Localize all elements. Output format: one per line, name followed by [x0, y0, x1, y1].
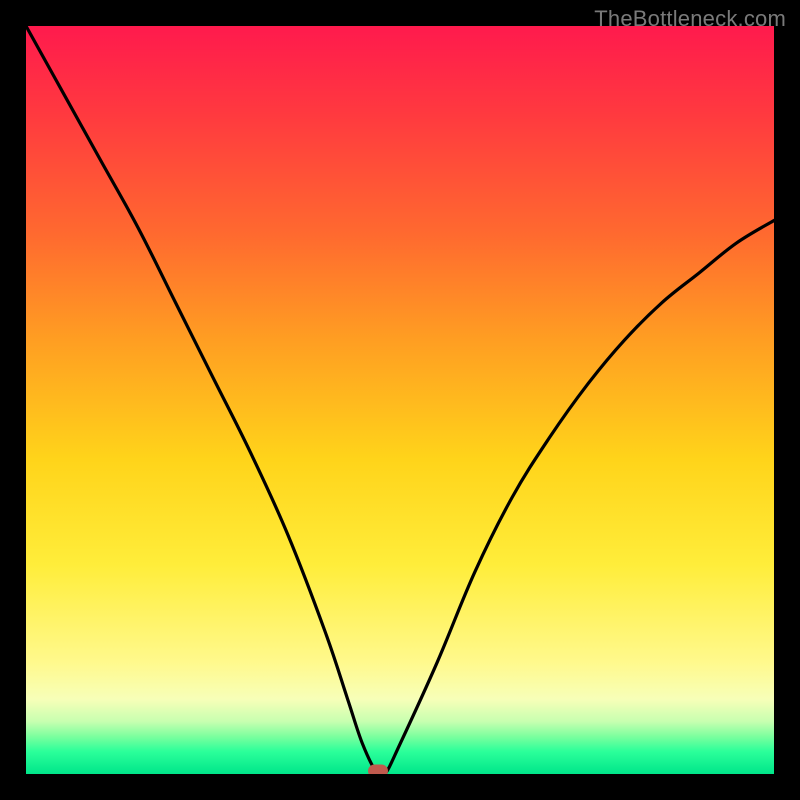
curve-svg: [26, 26, 774, 774]
chart-frame: TheBottleneck.com: [0, 0, 800, 800]
plot-area: [26, 26, 774, 774]
bottleneck-curve: [26, 26, 774, 774]
optimal-point-marker: [368, 765, 388, 775]
